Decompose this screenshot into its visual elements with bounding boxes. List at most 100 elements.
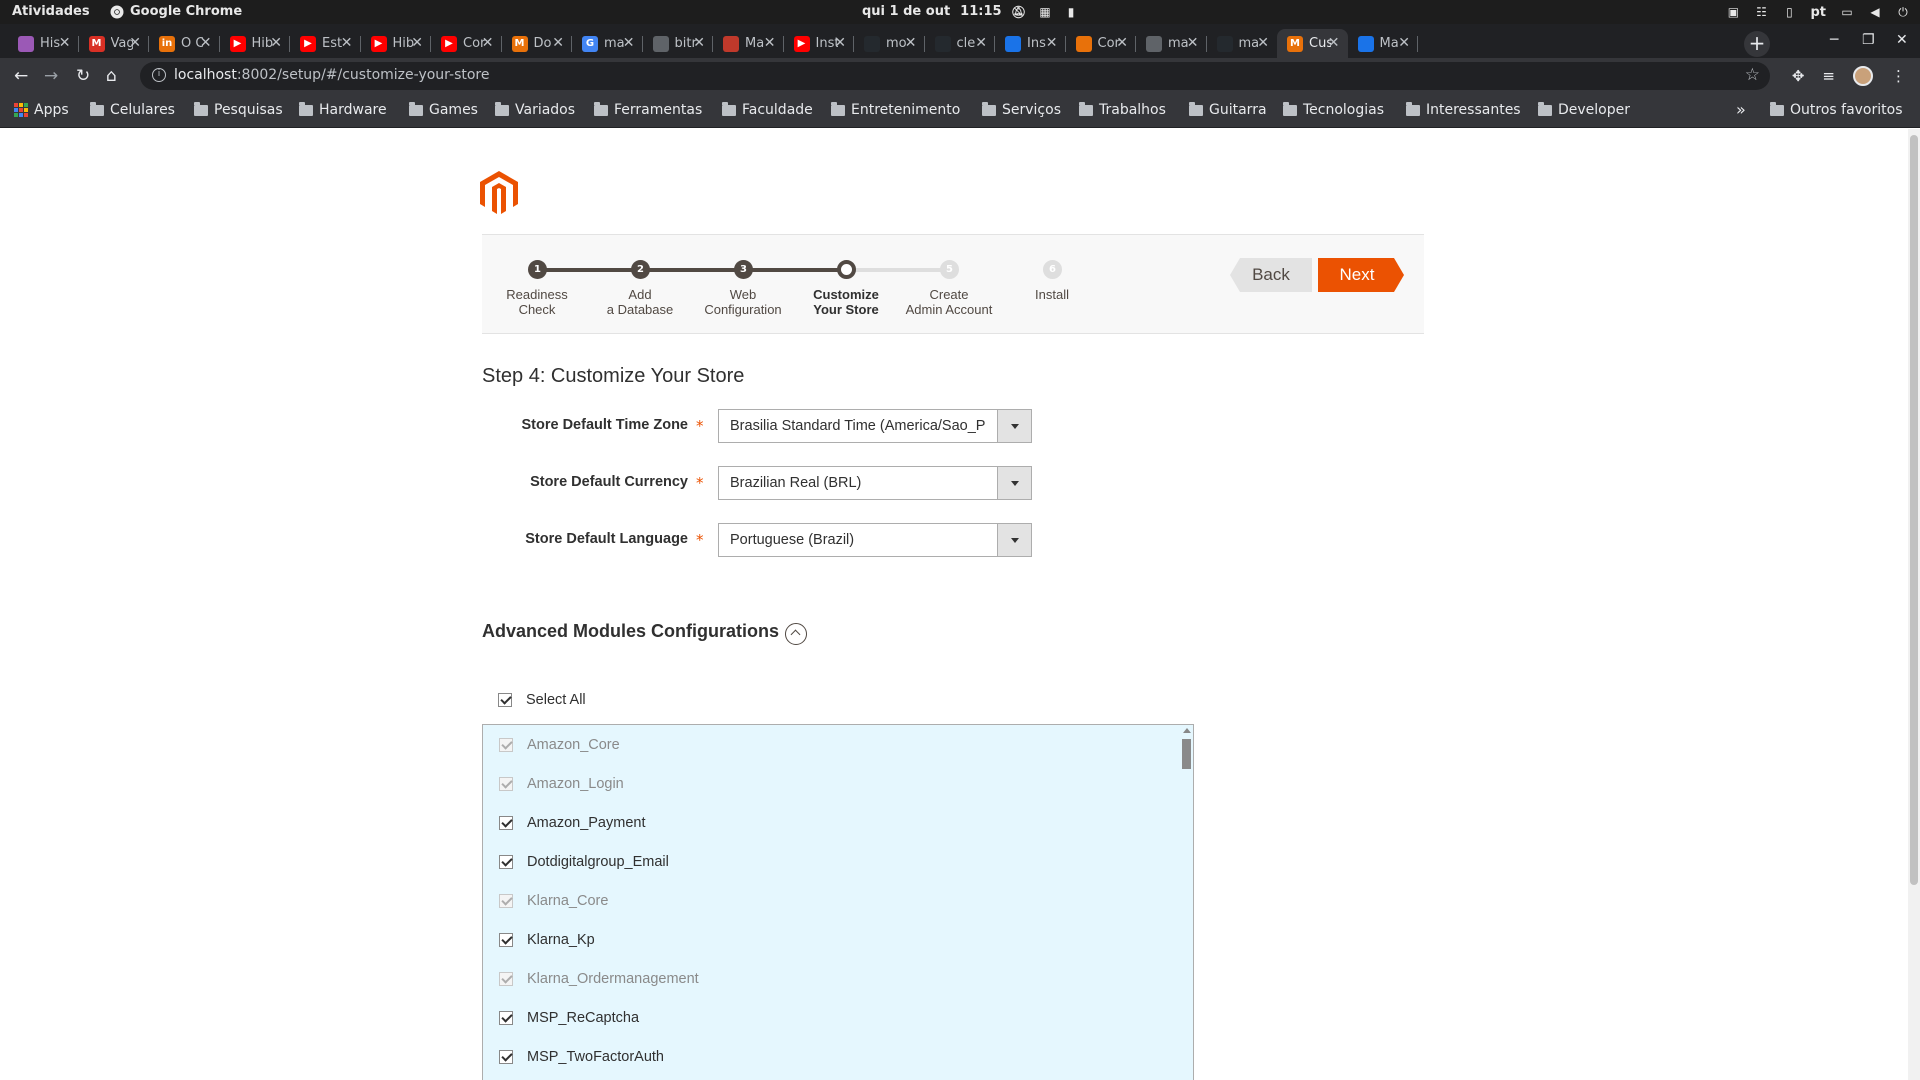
tab-close-icon[interactable]: ✕: [1046, 35, 1058, 51]
dropdown-arrow-icon[interactable]: [997, 467, 1031, 499]
media-controls-icon[interactable]: ≡: [1822, 67, 1835, 85]
bookmark-folder[interactable]: Faculdade: [722, 101, 813, 118]
bookmark-folder[interactable]: Developer: [1538, 101, 1630, 118]
currency-select[interactable]: Brazilian Real (BRL): [718, 466, 1032, 500]
browser-tab[interactable]: ma ✕: [1207, 29, 1278, 58]
tab-close-icon[interactable]: ✕: [200, 35, 212, 51]
display-icon[interactable]: ▭: [1840, 5, 1854, 19]
tab-close-icon[interactable]: ✕: [1116, 35, 1128, 51]
tab-close-icon[interactable]: ✕: [411, 35, 423, 51]
modules-scrollbar[interactable]: [1179, 725, 1193, 1080]
browser-tab[interactable]: cle ✕: [925, 29, 995, 58]
modules-list[interactable]: Amazon_Core Amazon_Login Amazon_Payment Dot…: [482, 724, 1194, 1080]
address-bar[interactable]: i localhost:8002/setup/#/customize-your-…: [140, 62, 1770, 90]
volume-icon[interactable]: ◀︎: [1868, 5, 1882, 19]
screenshot-icon[interactable]: ▣: [1726, 5, 1740, 19]
new-tab-button[interactable]: +: [1744, 31, 1770, 57]
module-checkbox[interactable]: [499, 1011, 513, 1025]
tab-close-icon[interactable]: ✕: [834, 35, 846, 51]
tab-close-icon[interactable]: ✕: [129, 35, 141, 51]
tab-close-icon[interactable]: ✕: [1328, 35, 1340, 51]
browser-tab[interactable]: Cor ✕: [1066, 29, 1136, 58]
bookmark-folder[interactable]: Serviços: [982, 101, 1061, 118]
bookmark-folder[interactable]: Games: [409, 101, 478, 118]
clock[interactable]: qui 1 de out 11:15 🔕︎: [862, 4, 1026, 19]
browser-tab[interactable]: ma ✕: [1136, 29, 1207, 58]
module-item[interactable]: Klarna_Kp: [499, 932, 595, 948]
extensions-icon[interactable]: ✥: [1792, 67, 1805, 85]
tab-close-icon[interactable]: ✕: [764, 35, 776, 51]
bookmark-other-favorites[interactable]: Outros favoritos: [1770, 101, 1903, 118]
chrome-menu-icon[interactable]: ⋮: [1891, 67, 1906, 85]
page-scrollbar[interactable]: [1908, 129, 1920, 1080]
bookmark-folder[interactable]: Ferramentas: [594, 101, 702, 118]
bookmark-folder[interactable]: Variados: [495, 101, 575, 118]
bookmark-apps[interactable]: Apps: [14, 102, 69, 118]
browser-tab[interactable]: M Do ✕: [502, 29, 572, 58]
tab-close-icon[interactable]: ✕: [552, 35, 564, 51]
tab-close-icon[interactable]: ✕: [905, 35, 917, 51]
bookmark-folder[interactable]: Interessantes: [1406, 101, 1521, 118]
browser-tab[interactable]: His ✕: [8, 29, 79, 58]
module-item[interactable]: MSP_ReCaptcha: [499, 1010, 639, 1026]
language-select[interactable]: Portuguese (Brazil): [718, 523, 1032, 557]
browser-tab[interactable]: mo ✕: [854, 29, 925, 58]
browser-tab[interactable]: Ma ✕: [713, 29, 784, 58]
module-checkbox[interactable]: [499, 1050, 513, 1064]
bookmark-folder[interactable]: Celulares: [90, 101, 175, 118]
tab-close-icon[interactable]: ✕: [1398, 35, 1410, 51]
tab-close-icon[interactable]: ✕: [482, 35, 494, 51]
module-checkbox[interactable]: [499, 933, 513, 947]
tab-close-icon[interactable]: ✕: [1257, 35, 1269, 51]
tab-close-icon[interactable]: ✕: [693, 35, 705, 51]
select-all-checkbox[interactable]: [498, 693, 512, 707]
scroll-up-icon[interactable]: [1183, 728, 1191, 733]
browser-tab[interactable]: in O C ✕: [149, 29, 220, 58]
minimize-icon[interactable]: ─: [1830, 32, 1838, 48]
browser-tab[interactable]: ▶ Cor ✕: [431, 29, 502, 58]
close-window-icon[interactable]: ✕: [1896, 32, 1908, 48]
bookmark-folder[interactable]: Trabalhos: [1079, 101, 1166, 118]
home-icon[interactable]: ⌂: [106, 66, 117, 86]
bookmark-folder[interactable]: Hardware: [299, 101, 387, 118]
back-button[interactable]: Back: [1230, 258, 1312, 292]
module-item[interactable]: Dotdigitalgroup_Email: [499, 854, 669, 870]
tab-close-icon[interactable]: ✕: [59, 35, 71, 51]
browser-tab[interactable]: ▶ Est ✕: [290, 29, 361, 58]
collapse-chevron-icon[interactable]: [785, 623, 807, 645]
next-button[interactable]: Next: [1318, 258, 1404, 292]
browser-tab[interactable]: Gma ✕: [572, 29, 643, 58]
clipboard-icon[interactable]: ▯: [1782, 5, 1796, 19]
app-menu[interactable]: Google Chrome: [110, 4, 242, 19]
tab-close-icon[interactable]: ✕: [975, 35, 987, 51]
timezone-select[interactable]: Brasilia Standard Time (America/Sao_Paul…: [718, 409, 1032, 443]
tab-close-icon[interactable]: ✕: [270, 35, 282, 51]
maximize-icon[interactable]: ❐: [1862, 32, 1875, 48]
select-all-row[interactable]: Select All: [498, 692, 586, 708]
dropdown-arrow-icon[interactable]: [997, 524, 1031, 556]
module-checkbox[interactable]: [499, 816, 513, 830]
browser-tab[interactable]: bitr ✕: [643, 29, 713, 58]
bookmark-folder[interactable]: Guitarra: [1189, 101, 1267, 118]
bookmark-star-icon[interactable]: ☆: [1745, 65, 1760, 85]
language-indicator[interactable]: pt: [1810, 5, 1826, 20]
module-item[interactable]: MSP_TwoFactorAuth: [499, 1049, 664, 1065]
scroll-thumb[interactable]: [1182, 739, 1191, 769]
tab-close-icon[interactable]: ✕: [1187, 35, 1199, 51]
profile-avatar[interactable]: [1853, 66, 1873, 86]
browser-tab[interactable]: M Cus ✕: [1277, 29, 1348, 58]
tab-close-icon[interactable]: ✕: [341, 35, 353, 51]
more-bookmarks-chevron[interactable]: »: [1736, 100, 1746, 119]
memory-icon[interactable]: ▮: [1064, 5, 1078, 19]
back-arrow-icon[interactable]: ←: [14, 66, 28, 86]
forward-arrow-icon[interactable]: →: [44, 66, 58, 86]
tab-close-icon[interactable]: ✕: [623, 35, 635, 51]
module-checkbox[interactable]: [499, 855, 513, 869]
browser-tab[interactable]: ▶ Hib ✕: [361, 29, 431, 58]
reload-icon[interactable]: ↻: [76, 66, 90, 86]
bookmark-folder[interactable]: Pesquisas: [194, 101, 283, 118]
browser-tab[interactable]: ▶ Inst ✕: [784, 29, 854, 58]
dropdown-arrow-icon[interactable]: [997, 410, 1031, 442]
cpu-icon[interactable]: ▦: [1038, 5, 1052, 19]
bookmark-folder[interactable]: Tecnologias: [1283, 101, 1384, 118]
